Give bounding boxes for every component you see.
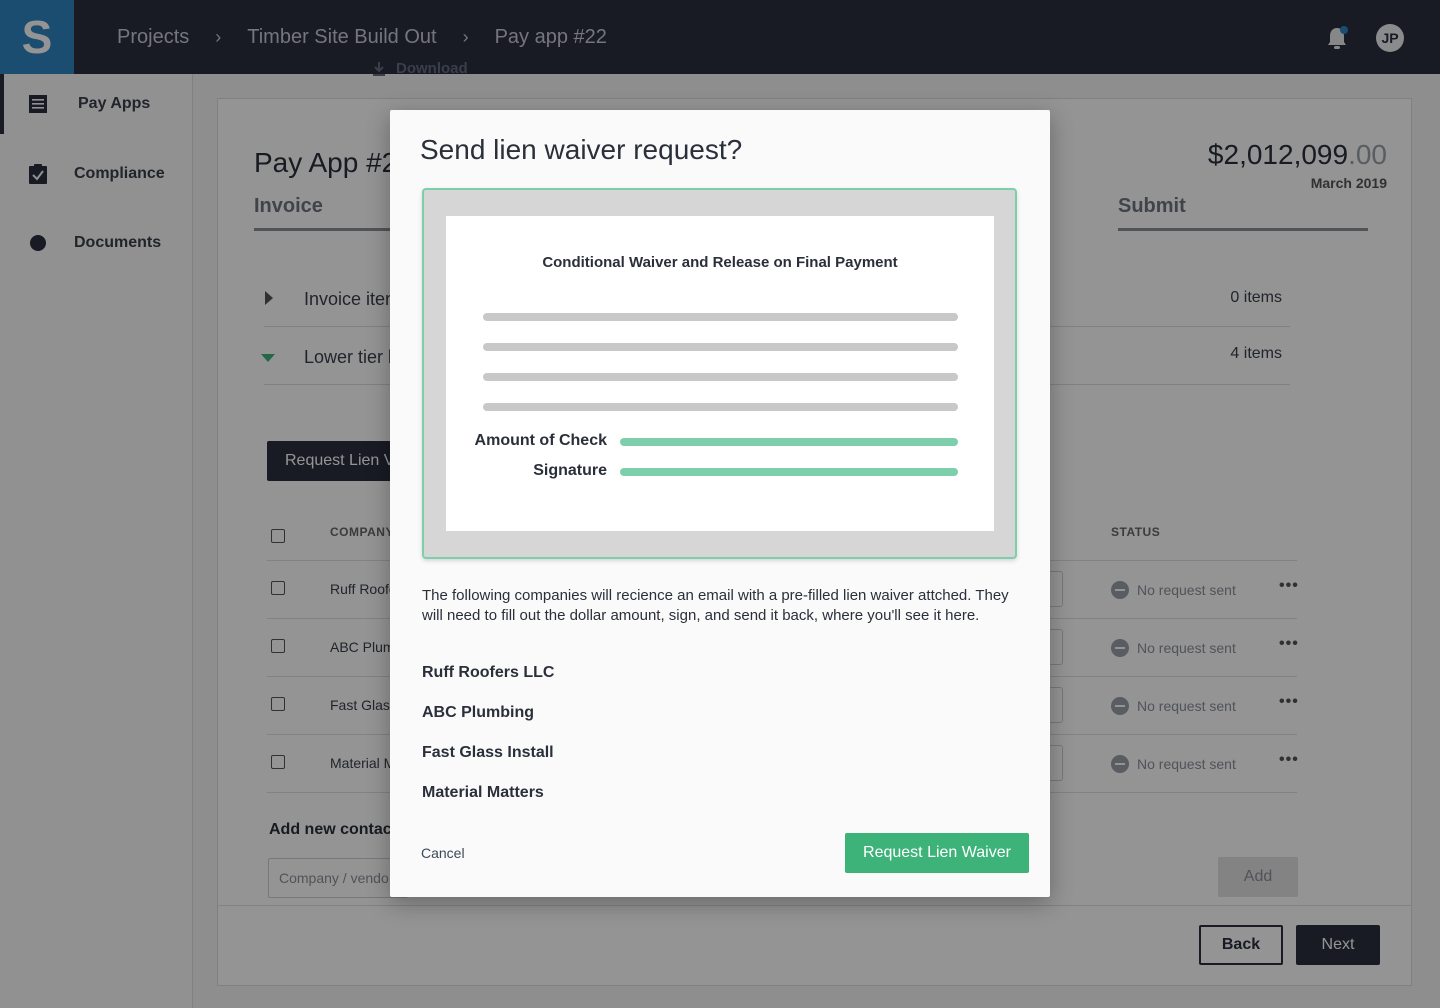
modal-description: The following companies will recience an… bbox=[422, 587, 1009, 624]
document-title: Conditional Waiver and Release on Final … bbox=[542, 254, 898, 271]
waiver-document: Conditional Waiver and Release on Final … bbox=[446, 216, 994, 531]
signature-field-label: Signature bbox=[533, 462, 607, 479]
amount-field-label: Amount of Check bbox=[474, 432, 607, 449]
download-icon bbox=[373, 61, 385, 76]
amount-field-line bbox=[620, 438, 958, 446]
cancel-button[interactable]: Cancel bbox=[421, 845, 465, 861]
company-name: Fast Glass Install bbox=[422, 744, 554, 761]
text-placeholder-line bbox=[483, 373, 958, 381]
signature-field-line bbox=[620, 468, 958, 476]
modal-title: Send lien waiver request? bbox=[420, 134, 743, 165]
request-lien-waiver-confirm-button[interactable]: Request Lien Waiver bbox=[845, 833, 1029, 873]
text-placeholder-line bbox=[483, 403, 958, 411]
waiver-preview: Conditional Waiver and Release on Final … bbox=[422, 188, 1017, 559]
company-name: ABC Plumbing bbox=[422, 704, 534, 721]
lien-waiver-modal: Send lien waiver request? Conditional Wa… bbox=[390, 110, 1050, 897]
text-placeholder-line bbox=[483, 313, 958, 321]
download-link[interactable]: Download bbox=[372, 60, 468, 77]
company-name: Material Matters bbox=[422, 784, 544, 801]
company-name: Ruff Roofers LLC bbox=[422, 664, 555, 681]
text-placeholder-line bbox=[483, 343, 958, 351]
